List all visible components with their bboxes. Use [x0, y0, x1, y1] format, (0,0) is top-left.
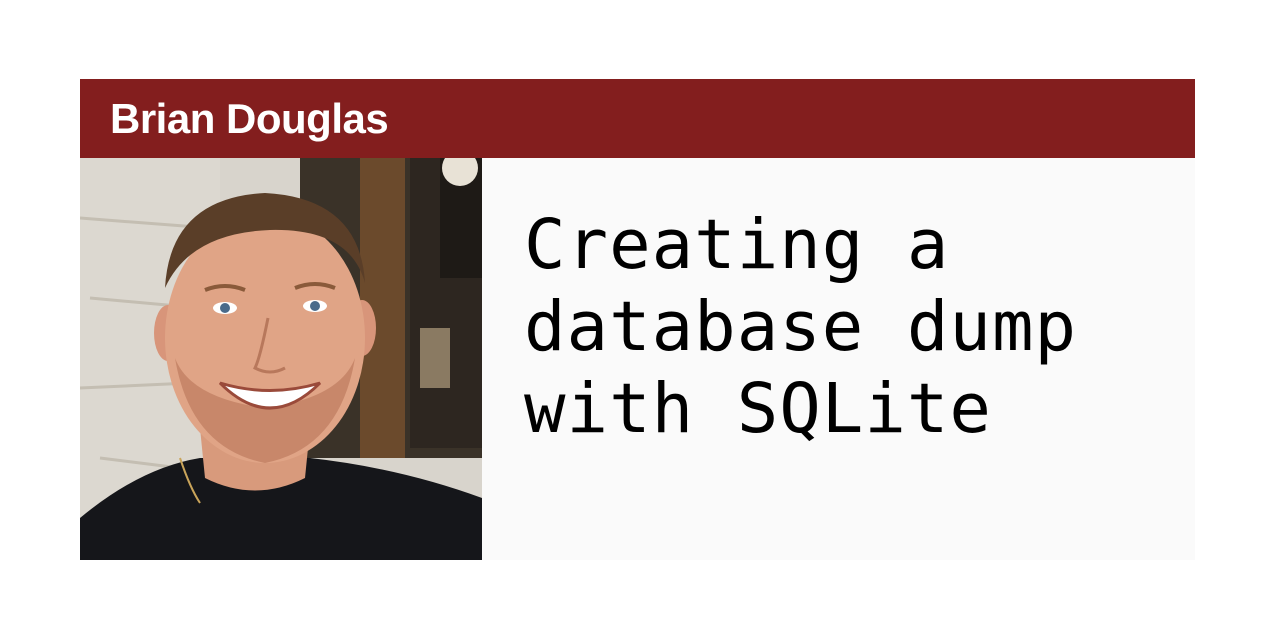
social-card: Brian Douglas Creating a database dump w… [80, 79, 1195, 560]
post-title-line: Creating a [524, 205, 950, 285]
author-photo [80, 158, 482, 560]
author-name: Brian Douglas [110, 95, 389, 142]
author-header-bar: Brian Douglas [80, 79, 1195, 158]
post-title-block: Creating a database dump with SQLite [524, 204, 1174, 450]
post-title: Creating a database dump with SQLite [524, 204, 1174, 450]
post-title-line: with SQLite [524, 369, 992, 449]
post-title-line: database dump [524, 287, 1078, 367]
